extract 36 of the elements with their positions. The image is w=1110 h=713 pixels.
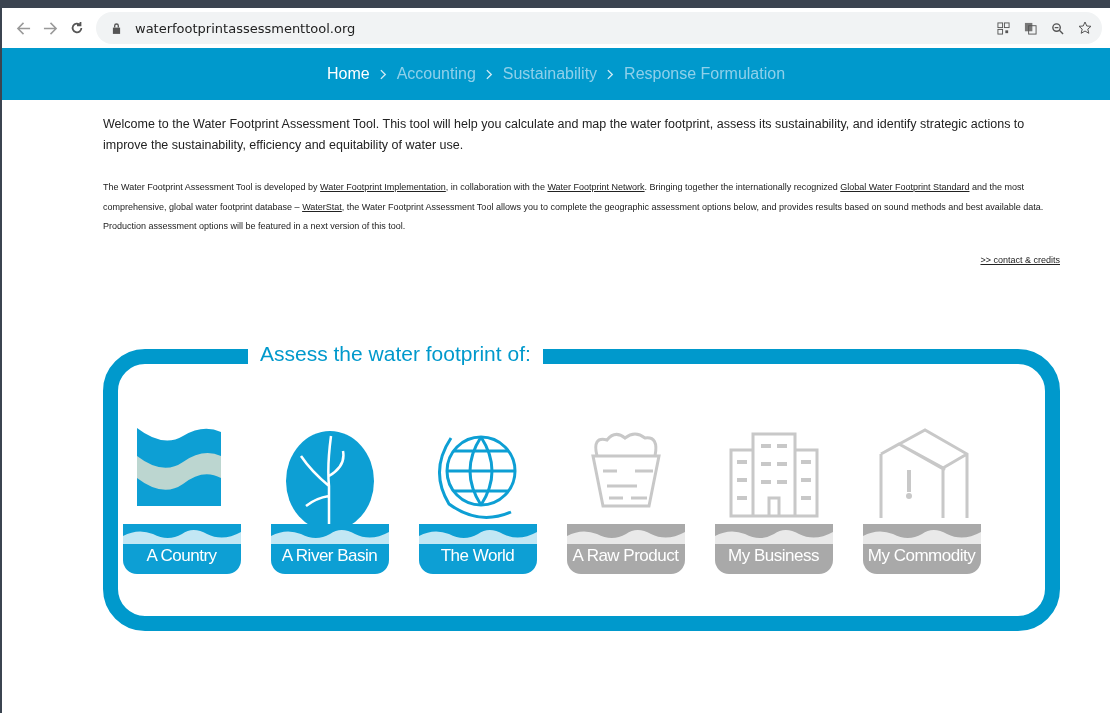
- globe-icon: [437, 435, 516, 519]
- text-link[interactable]: Water Footprint Network: [547, 182, 645, 192]
- breadcrumb-link[interactable]: Sustainability: [502, 65, 598, 83]
- option-tile[interactable]: A Country: [122, 425, 241, 574]
- chevron-icon: [607, 68, 615, 80]
- chevron-icon: [379, 68, 387, 80]
- intro-paragraph: Welcome to the Water Footprint Assessment Tool. This tool will help you calculate and map the water footprint, assess its sustainability, and identify strategic actions to improve the sustainability, efficiency and equitability of water use.: [103, 116, 1026, 154]
- chevron-icon: [485, 68, 493, 80]
- basket-icon: [591, 432, 661, 507]
- qr-code-icon[interactable]: [997, 21, 1010, 35]
- option-label[interactable]: A River Basin: [270, 523, 389, 574]
- text-link[interactable]: Global Water Footprint Standard: [840, 182, 970, 192]
- forward-icon[interactable]: [43, 20, 58, 36]
- address-bar[interactable]: waterfootprintassessmenttool.org: [96, 12, 1102, 44]
- text-link[interactable]: WaterStat: [302, 201, 342, 212]
- option-label[interactable]: A Country: [122, 523, 241, 574]
- url-text: waterfootprintassessmenttool.org: [135, 20, 356, 36]
- breadcrumb-link[interactable]: Home: [326, 65, 370, 83]
- description-paragraph: The Water Footprint Assessment Tool is developed by Water Footprint Implementation, in collaboration with the Water Footprint Network. Bringing together the internationally recognized Global Water Footprint Standard and the most comprehensive, global water footprint database – WaterStat, the Water Footprint Assessment Tool allows you to complete the geographic assessment options below, and provides results based on sound methods and best available data. Production assessment options will be featured in a next version of this tool.: [103, 181, 1045, 233]
- star-icon[interactable]: [1078, 21, 1092, 35]
- river-basin-icon: [285, 430, 374, 526]
- translate-icon[interactable]: [1024, 21, 1037, 35]
- zoom-icon[interactable]: [1051, 21, 1064, 35]
- option-tile[interactable]: A River Basin: [270, 425, 389, 574]
- option-tile[interactable]: The World: [418, 425, 537, 574]
- text-link[interactable]: Water Footprint Implementation: [320, 182, 446, 192]
- lock-icon: [112, 22, 121, 34]
- reload-icon[interactable]: [70, 21, 84, 35]
- building-icon: [729, 432, 818, 517]
- option-label[interactable]: The World: [418, 523, 537, 574]
- contact-link[interactable]: >> contact & credits: [980, 254, 1060, 265]
- flag-icon: [136, 427, 221, 506]
- back-icon[interactable]: [16, 20, 31, 36]
- breadcrumb-link[interactable]: Response Formulation: [624, 65, 786, 83]
- box-icon: [879, 427, 968, 519]
- breadcrumb-link[interactable]: Accounting: [396, 65, 476, 83]
